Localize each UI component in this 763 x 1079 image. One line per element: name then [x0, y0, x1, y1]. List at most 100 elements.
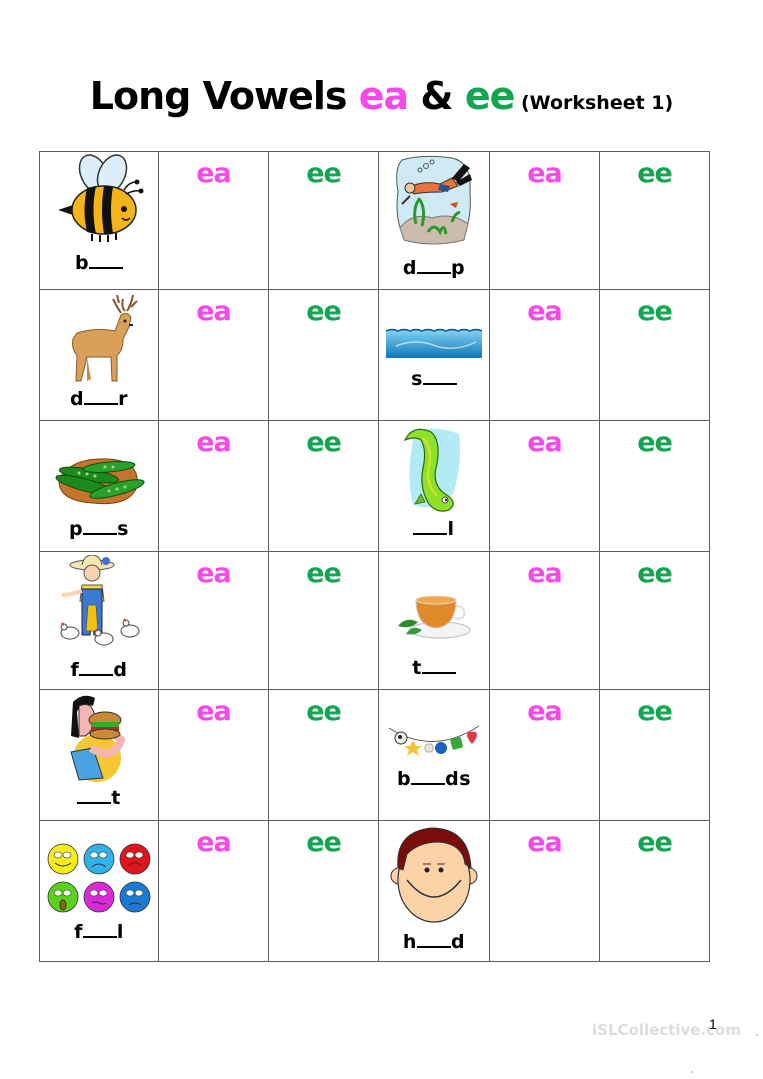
word-prompt: fl [74, 921, 124, 943]
feelings-faces-icon [47, 843, 151, 913]
option-ea[interactable]: ea [527, 426, 563, 460]
option-ee[interactable]: ee [637, 695, 673, 729]
option-cell-ea[interactable]: ea [489, 420, 600, 552]
option-cell-ea[interactable]: ea [158, 551, 269, 690]
man-eating-burger-icon [70, 695, 126, 782]
decorative-dot [756, 1034, 758, 1036]
picture-cell: t [378, 551, 490, 690]
answer-blank[interactable] [422, 369, 457, 385]
worksheet-row: fd ea ee t ea ee [39, 551, 710, 690]
answer-blank[interactable] [413, 519, 448, 535]
option-ea[interactable]: ea [527, 557, 563, 591]
option-cell-ea[interactable]: ea [158, 689, 269, 821]
title-main: Long Vowels [89, 74, 359, 118]
beads-icon [388, 725, 480, 756]
watermark: iSLCollective.com [592, 1021, 741, 1039]
option-cell-ea[interactable]: ea [489, 289, 600, 421]
picture-cell: hd [378, 820, 490, 962]
option-cell-ee[interactable]: ee [268, 820, 379, 962]
word-prompt: b ds [396, 768, 472, 790]
sea-icon [386, 328, 482, 358]
picture-cell: fl [39, 820, 159, 962]
title-subtitle: (Worksheet 1) [514, 92, 674, 114]
option-cell-ea[interactable]: ea [489, 151, 600, 290]
answer-blank[interactable] [82, 922, 117, 938]
picture-cell: ps [39, 420, 159, 552]
diver-icon [396, 155, 472, 245]
title-vowel-ee: ee [464, 74, 516, 118]
picture-cell: fd [39, 551, 159, 690]
word-prompt: s [379, 368, 489, 390]
option-ee[interactable]: ee [637, 157, 673, 191]
page-number: 1 [709, 1016, 717, 1032]
worksheet-row: b ea ee dp ea ee [39, 151, 710, 290]
option-ea[interactable]: ea [527, 295, 563, 329]
option-ea[interactable]: ea [196, 695, 232, 729]
worksheet-grid: b ea ee dp ea ee d r ea ee s ea ee p s e… [39, 151, 710, 962]
answer-blank[interactable] [417, 258, 451, 274]
option-cell-ee[interactable]: ee [268, 420, 379, 552]
answer-blank[interactable] [89, 253, 124, 269]
option-cell-ea[interactable]: ea [489, 551, 600, 690]
answer-blank[interactable] [416, 932, 451, 948]
option-cell-ee[interactable]: ee [268, 551, 379, 690]
option-cell-ea[interactable]: ea [158, 289, 269, 421]
option-ea[interactable]: ea [196, 157, 232, 191]
option-cell-ea[interactable]: ea [489, 689, 600, 821]
option-ea[interactable]: ea [527, 826, 563, 860]
option-ee[interactable]: ee [306, 157, 342, 191]
option-cell-ee[interactable]: ee [599, 551, 710, 690]
option-ea[interactable]: ea [527, 695, 563, 729]
word-prompt: ps [69, 518, 129, 540]
peas-icon [55, 458, 145, 505]
option-cell-ee[interactable]: ee [599, 151, 710, 290]
word-prompt: t [40, 787, 158, 809]
picture-cell: dr [39, 289, 159, 421]
option-ea[interactable]: ea [527, 157, 563, 191]
title-vowel-ea: ea [358, 74, 409, 118]
option-ee[interactable]: ee [637, 426, 673, 460]
option-cell-ea[interactable]: ea [158, 151, 269, 290]
option-cell-ee[interactable]: ee [599, 420, 710, 552]
answer-blank[interactable] [83, 519, 118, 535]
picture-cell: dp [378, 151, 490, 290]
farmer-feeding-chickens-icon [60, 555, 140, 646]
option-ea[interactable]: ea [196, 557, 232, 591]
picture-cell: b ds [378, 689, 490, 821]
option-cell-ee[interactable]: ee [599, 289, 710, 421]
word-prompt: dr [70, 388, 128, 410]
bee-icon [58, 154, 144, 242]
word-prompt: b [40, 252, 158, 274]
answer-blank[interactable] [79, 660, 114, 676]
option-cell-ee[interactable]: ee [599, 689, 710, 821]
answer-blank[interactable] [421, 658, 456, 674]
option-ee[interactable]: ee [306, 826, 342, 860]
answer-blank[interactable] [77, 788, 112, 804]
tea-cup-icon [398, 595, 471, 639]
option-cell-ee[interactable]: ee [599, 820, 710, 962]
word-prompt: t [379, 657, 489, 679]
option-ea[interactable]: ea [196, 295, 232, 329]
option-ee[interactable]: ee [637, 295, 673, 329]
answer-blank[interactable] [84, 389, 119, 405]
option-cell-ee[interactable]: ee [268, 151, 379, 290]
option-ee[interactable]: ee [306, 695, 342, 729]
picture-cell: t [39, 689, 159, 821]
option-ee[interactable]: ee [306, 426, 342, 460]
option-ee[interactable]: ee [637, 826, 673, 860]
option-cell-ee[interactable]: ee [268, 289, 379, 421]
picture-cell: s [378, 289, 490, 421]
option-ea[interactable]: ea [196, 826, 232, 860]
option-cell-ee[interactable]: ee [268, 689, 379, 821]
title-amp: & [408, 74, 465, 118]
option-ea[interactable]: ea [196, 426, 232, 460]
answer-blank[interactable] [411, 769, 446, 785]
picture-cell: l [378, 420, 490, 552]
option-cell-ea[interactable]: ea [489, 820, 600, 962]
option-ee[interactable]: ee [306, 557, 342, 591]
worksheet-row: t ea ee b ds ea ee [39, 689, 710, 821]
option-ee[interactable]: ee [637, 557, 673, 591]
option-ee[interactable]: ee [306, 295, 342, 329]
option-cell-ea[interactable]: ea [158, 420, 269, 552]
option-cell-ea[interactable]: ea [158, 820, 269, 962]
